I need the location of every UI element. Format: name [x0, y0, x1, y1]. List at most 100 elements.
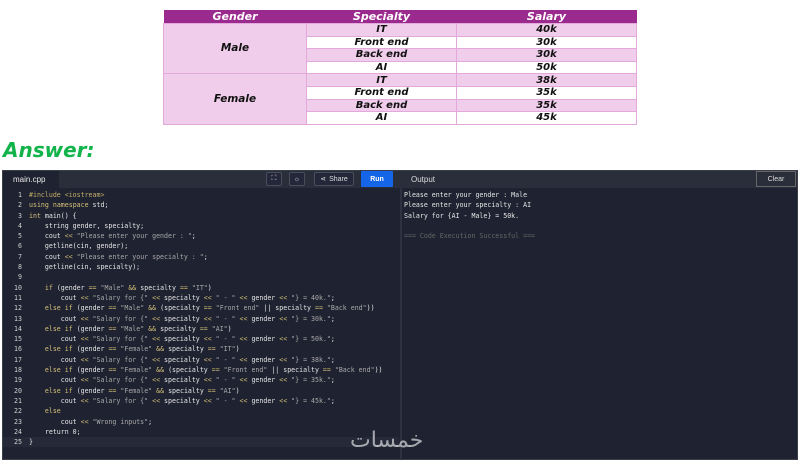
clear-button[interactable]: Clear [756, 171, 796, 187]
header-salary: Salary [456, 10, 637, 24]
line-number: 3 [18, 211, 22, 220]
specialty-cell: Back end [306, 48, 457, 62]
code-text: cout << "Please enter your gender : "; [29, 232, 196, 241]
line-number: 8 [18, 263, 22, 272]
specialty-cell: Front end [306, 35, 457, 50]
line-number: 14 [14, 324, 22, 333]
line-number: 7 [18, 252, 22, 261]
code-area[interactable]: 1 #include <iostream> 2 using namespace std… [3, 190, 399, 448]
line-number: 25 [14, 438, 22, 447]
specialty-cell: AI [306, 60, 457, 75]
code-line[interactable]: 24 return 0; [3, 427, 399, 437]
code-line[interactable]: 9 [3, 272, 399, 282]
code-line[interactable]: 19 cout << "Salary for {" << specialty <… [3, 375, 399, 385]
line-number: 12 [14, 304, 22, 313]
code-line[interactable]: 3 int main() { [3, 211, 399, 221]
pane-divider[interactable] [400, 188, 402, 460]
sun-icon: ☼ [293, 175, 301, 183]
salary-table: Gender Specialty Salary Male IT 40k Front e… [163, 10, 637, 125]
output-line: Salary for {AI - Male} = 50k. [404, 211, 520, 220]
code-line[interactable]: 6 getline(cin, gender); [3, 241, 399, 251]
code-text: else [44, 407, 61, 416]
line-number: 19 [14, 376, 22, 385]
code-line[interactable]: 10 if (gender == "Male" && specialty == … [3, 283, 399, 293]
line-number: 20 [14, 386, 22, 395]
code-text: string gender, specialty; [29, 221, 145, 230]
header-gender: Gender [163, 10, 307, 24]
specialty-cell: IT [306, 73, 457, 87]
code-text: cout << "Salary for {" << specialty << "… [29, 355, 335, 364]
code-text: cout << "Salary for {" << specialty << "… [29, 335, 335, 344]
line-number: 16 [14, 345, 22, 354]
editor-toolbar: main.cpp ⛶ ☼ ⋖ Share Run Output Clear [3, 171, 797, 188]
code-text: else if (gender == "Female" && (specialt… [44, 366, 383, 375]
code-text: cout << "Salary for {" << specialty << "… [29, 314, 335, 323]
code-line[interactable]: 23 cout << "Wrong inputs"; [3, 417, 399, 427]
code-text: } [29, 438, 33, 447]
code-text: cout << "Salary for {" << specialty << "… [29, 293, 335, 302]
line-number: 24 [14, 427, 22, 436]
code-line[interactable]: 12 else if (gender == "Male" && (special… [3, 303, 399, 313]
line-number: 23 [14, 417, 22, 426]
line-number: 2 [18, 201, 22, 210]
line-number: 1 [18, 191, 22, 199]
code-line[interactable]: 16 else if (gender == "Female" && specia… [3, 344, 399, 354]
code-line[interactable]: 1 #include <iostream> [3, 190, 399, 200]
salary-cell: 50k [456, 60, 637, 75]
gender-cell: Male [163, 22, 307, 75]
code-text: getline(cin, gender); [29, 242, 129, 251]
output-line: Please enter your gender : Male [404, 191, 528, 199]
line-number: 6 [18, 242, 22, 251]
line-number: 15 [14, 335, 22, 344]
code-line[interactable]: 11 cout << "Salary for {" << specialty <… [3, 293, 399, 303]
salary-cell: 40k [456, 23, 637, 37]
table-row: Male IT 40k [163, 22, 637, 75]
code-line[interactable]: 5 cout << "Please enter your gender : "; [3, 231, 399, 241]
code-line[interactable]: 17 cout << "Salary for {" << specialty <… [3, 355, 399, 365]
code-line[interactable]: 22 else [3, 406, 399, 416]
code-text: cout << "Wrong inputs"; [29, 417, 153, 426]
specialty-cell: AI [306, 111, 457, 125]
watermark-logo: خمسات [350, 428, 424, 453]
line-number: 5 [18, 232, 22, 241]
code-line[interactable]: 21 cout << "Salary for {" << specialty <… [3, 396, 399, 406]
specialty-cell: IT [306, 23, 457, 37]
code-line[interactable]: 7 cout << "Please enter your specialty :… [3, 252, 399, 262]
code-text: else if (gender == "Female" && specialty… [44, 386, 240, 395]
line-number: 11 [14, 293, 22, 302]
code-text: cout << "Please enter your specialty : "… [29, 252, 208, 261]
theme-toggle-button[interactable]: ☼ [289, 172, 305, 186]
output-line: Please enter your specialty : AI [404, 201, 532, 210]
salary-cell: 35k [456, 85, 637, 100]
line-number: 4 [18, 221, 22, 230]
code-editor: main.cpp ⛶ ☼ ⋖ Share Run Output Clear 1 #i… [2, 170, 798, 460]
code-text: else if (gender == "Male" && specialty =… [44, 324, 232, 333]
code-line[interactable]: 2 using namespace std; [3, 200, 399, 210]
fullscreen-button[interactable]: ⛶ [266, 172, 282, 186]
code-text: else if (gender == "Male" && (specialty … [44, 304, 375, 313]
line-number: 18 [14, 366, 22, 375]
code-line[interactable]: 18 else if (gender == "Female" && (speci… [3, 365, 399, 375]
code-line[interactable]: 4 string gender, specialty; [3, 221, 399, 231]
code-line[interactable]: 20 else if (gender == "Female" && specia… [3, 386, 399, 396]
answer-heading: Answer: [3, 138, 95, 162]
share-button[interactable]: ⋖ Share [314, 172, 354, 186]
code-text: else if (gender == "Female" && specialty… [44, 345, 240, 354]
tab-main-cpp[interactable]: main.cpp [3, 171, 59, 188]
line-number: 22 [14, 407, 22, 416]
salary-cell: 35k [456, 98, 637, 113]
output-label: Output [411, 175, 436, 184]
output-line: === Code Execution Successful === [404, 232, 536, 241]
code-line[interactable]: 15 cout << "Salary for {" << specialty <… [3, 334, 399, 344]
share-label: Share [329, 175, 348, 183]
run-button[interactable]: Run [361, 171, 393, 187]
code-line[interactable]: 25} [3, 437, 399, 448]
code-text: int main() { [29, 211, 77, 220]
code-line[interactable]: 14 else if (gender == "Male" && specialt… [3, 324, 399, 334]
line-number: 10 [14, 283, 22, 292]
code-line[interactable]: 13 cout << "Salary for {" << specialty <… [3, 314, 399, 324]
share-icon: ⋖ [320, 176, 327, 183]
output-console: Please enter your gender : Male Please en… [404, 190, 535, 241]
code-line[interactable]: 8 getline(cin, specialty); [3, 262, 399, 272]
gender-cell: Female [163, 73, 307, 125]
